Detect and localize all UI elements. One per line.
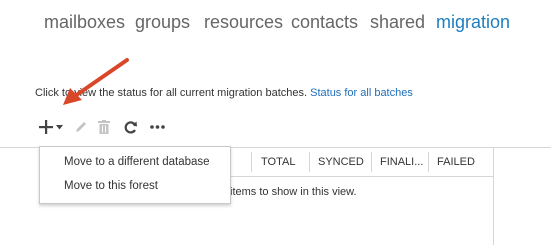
annotation-arrow-icon bbox=[63, 58, 129, 105]
